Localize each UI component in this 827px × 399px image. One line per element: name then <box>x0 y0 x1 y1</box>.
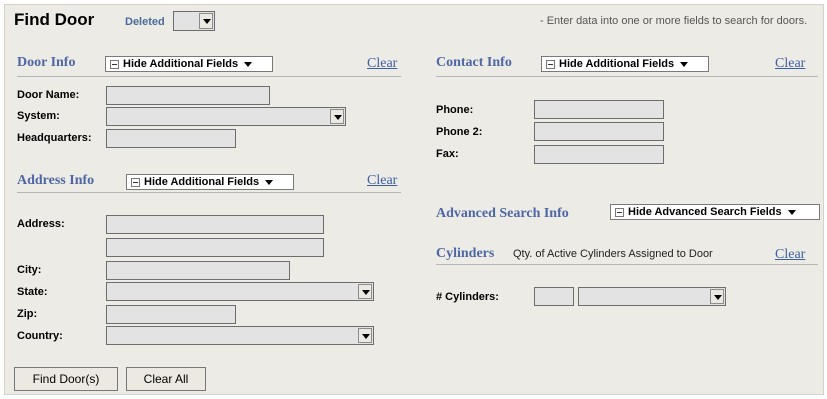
address-line2-field[interactable] <box>106 238 324 257</box>
cylinders-title: Cylinders <box>436 246 495 261</box>
find-doors-button[interactable]: Find Door(s) <box>14 367 118 391</box>
country-select[interactable] <box>106 326 374 345</box>
address-info-title: Address Info <box>17 173 95 188</box>
city-label: City: <box>17 264 42 276</box>
door-info-clear-link[interactable]: Clear <box>367 56 397 72</box>
find-door-panel: Find Door Deleted - Enter data into one … <box>4 4 824 395</box>
cylinders-count-label: # Cylinders: <box>436 291 499 303</box>
advanced-search-toggle[interactable]: Hide Advanced Search Fields <box>610 204 820 220</box>
fax-field[interactable] <box>534 145 664 164</box>
search-hint: - Enter data into one or more fields to … <box>540 15 808 27</box>
headquarters-field[interactable] <box>106 129 236 148</box>
collapse-icon <box>110 59 119 69</box>
page-title: Find Door <box>14 10 95 29</box>
collapse-icon <box>131 177 140 187</box>
headquarters-label: Headquarters: <box>17 132 92 144</box>
divider <box>436 264 818 265</box>
contact-info-toggle[interactable]: Hide Additional Fields <box>541 56 709 72</box>
state-select[interactable] <box>106 282 374 301</box>
chevron-down-icon <box>710 289 724 304</box>
collapse-icon <box>615 207 624 217</box>
contact-info-clear-link[interactable]: Clear <box>775 56 805 72</box>
zip-label: Zip: <box>17 308 38 320</box>
cylinders-subtitle: Qty. of Active Cylinders Assigned to Doo… <box>513 248 713 260</box>
cylinders-operator-select[interactable] <box>578 287 726 306</box>
system-label: System: <box>17 110 60 122</box>
door-info-toggle[interactable]: Hide Additional Fields <box>105 56 273 72</box>
door-name-field[interactable] <box>106 86 270 105</box>
zip-field[interactable] <box>106 305 236 324</box>
divider <box>436 76 818 77</box>
contact-info-title: Contact Info <box>436 55 512 70</box>
divider <box>17 76 401 77</box>
fax-label: Fax: <box>436 148 459 160</box>
system-select[interactable] <box>106 107 346 126</box>
door-info-title: Door Info <box>17 55 76 70</box>
address-info-toggle[interactable]: Hide Additional Fields <box>126 174 294 190</box>
chevron-down-icon <box>265 179 274 185</box>
address-line1-field[interactable] <box>106 215 324 234</box>
advanced-search-title: Advanced Search Info <box>436 206 569 221</box>
state-label: State: <box>17 286 48 298</box>
cylinders-clear-link[interactable]: Clear <box>775 247 805 263</box>
chevron-down-icon <box>244 61 253 67</box>
divider <box>17 192 401 193</box>
address-label: Address: <box>17 218 65 230</box>
clear-all-button[interactable]: Clear All <box>126 367 206 391</box>
chevron-down-icon <box>358 284 372 299</box>
cylinders-count-field[interactable] <box>534 287 574 306</box>
chevron-down-icon <box>199 13 213 29</box>
country-label: Country: <box>17 330 63 342</box>
chevron-down-icon <box>330 109 344 124</box>
deleted-label: Deleted <box>125 16 165 28</box>
collapse-icon <box>546 59 555 69</box>
deleted-select[interactable] <box>173 11 215 31</box>
chevron-down-icon <box>680 61 689 67</box>
phone2-label: Phone 2: <box>436 126 483 138</box>
chevron-down-icon <box>787 209 796 215</box>
city-field[interactable] <box>106 261 290 280</box>
phone-label: Phone: <box>436 104 474 116</box>
door-name-label: Door Name: <box>17 89 80 101</box>
phone2-field[interactable] <box>534 122 664 141</box>
phone-field[interactable] <box>534 100 664 119</box>
address-info-clear-link[interactable]: Clear <box>367 173 397 189</box>
chevron-down-icon <box>358 328 372 343</box>
